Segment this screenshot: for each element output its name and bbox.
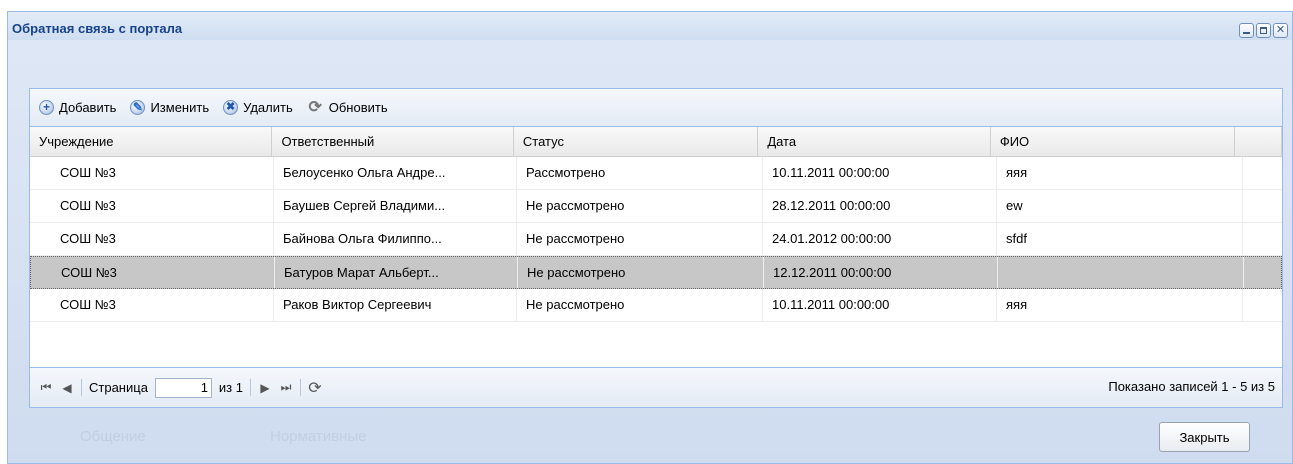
cell-fio: яяя [997,289,1243,321]
column-header-institution[interactable]: Учреждение [30,127,273,156]
table-row[interactable]: СОШ №3 Байнова Ольга Филиппо... Не рассм… [30,223,1282,256]
edit-label: Изменить [150,100,210,115]
table-row[interactable]: СОШ №3 Раков Виктор Сергеевич Не рассмот… [30,289,1282,322]
cell-date: 24.01.2012 00:00:00 [763,223,997,255]
minimize-icon[interactable] [1239,23,1254,38]
column-header-fio[interactable]: ФИО [991,127,1236,156]
cell-responsible: Раков Виктор Сергеевич [274,289,517,321]
delete-icon: ✖ [223,100,239,115]
background-label-communication: Общение [80,428,146,445]
pager-separator [300,379,301,396]
pagination-toolbar: ⏮ ◀ Страница из 1 ▶ ⏭ ⟳ Показано записей… [30,367,1282,407]
column-header-responsible[interactable]: Ответственный [272,127,514,156]
table-row[interactable]: СОШ №3 Белоусенко Ольга Андре... Рассмот… [30,157,1282,190]
window-tools: ✕ [1239,23,1288,38]
pager-refresh-icon[interactable]: ⟳ [308,378,322,398]
cell-responsible: Белоусенко Ольга Андре... [274,157,517,189]
grid-toolbar: + Добавить ✎ Изменить ✖ Удалить ⟳ Обнови… [30,89,1282,127]
records-summary: Показано записей 1 - 5 из 5 [1108,379,1275,394]
table-row[interactable]: СОШ №3 Баушев Сергей Владими... Не рассм… [30,190,1282,223]
window-title: Обратная связь с портала [12,21,183,36]
cell-status: Не рассмотрено [517,190,763,222]
pager-separator [250,379,251,396]
page-label: Страница [89,380,148,395]
column-header-date[interactable]: Дата [758,127,991,156]
close-icon[interactable]: ✕ [1273,23,1288,38]
cell-date: 28.12.2011 00:00:00 [763,190,997,222]
cell-status: Не рассмотрено [517,289,763,321]
edit-icon: ✎ [130,100,146,115]
add-icon: + [39,100,54,115]
edit-button[interactable]: ✎ Изменить [130,100,209,115]
table-row-selected[interactable]: СОШ №3 Батуров Марат Альберт... Не рассм… [30,256,1282,289]
close-button[interactable]: Закрыть [1159,422,1250,452]
cell-fio: яяя [997,157,1243,189]
delete-label: Удалить [243,100,293,115]
refresh-button[interactable]: ⟳ Обновить [307,99,388,116]
cell-institution: СОШ №3 [30,223,274,255]
cell-institution: СОШ №3 [31,257,275,288]
page-of-label: из 1 [218,380,243,395]
grid-header: Учреждение Ответственный Статус Дата ФИО [30,127,1282,157]
pager-separator [81,379,82,396]
feedback-grid-panel: + Добавить ✎ Изменить ✖ Удалить ⟳ Обнови… [29,88,1283,408]
cell-institution: СОШ №3 [30,289,274,321]
cell-responsible: Батуров Марат Альберт... [275,257,518,288]
cell-responsible: Байнова Ольга Филиппо... [274,223,517,255]
cell-date: 10.11.2011 00:00:00 [763,157,997,189]
window-titlebar[interactable]: Обратная связь с портала ✕ [8,12,1292,40]
cell-fio: sfdf [997,223,1243,255]
cell-responsible: Баушев Сергей Владими... [274,190,517,222]
cell-institution: СОШ №3 [30,157,274,189]
column-header-spacer [1235,127,1282,156]
cell-status: Не рассмотрено [517,223,763,255]
delete-button[interactable]: ✖ Удалить [223,100,293,115]
cell-institution: СОШ №3 [30,190,274,222]
last-page-icon[interactable]: ⏭ [279,380,293,395]
prev-page-icon[interactable]: ◀ [60,381,74,395]
column-header-status[interactable]: Статус [514,127,759,156]
first-page-icon[interactable]: ⏮ [39,380,53,395]
cell-date: 10.11.2011 00:00:00 [763,289,997,321]
maximize-icon[interactable] [1256,23,1271,38]
cell-fio [998,257,1244,288]
cell-status: Не рассмотрено [518,257,764,288]
page-number-input[interactable] [154,377,212,398]
next-page-icon[interactable]: ▶ [258,381,272,395]
refresh-label: Обновить [328,100,388,115]
cell-status: Рассмотрено [517,157,763,189]
refresh-icon: ⟳ [308,99,322,116]
cell-fio: ew [997,190,1243,222]
add-button[interactable]: + Добавить [39,100,116,115]
cell-date: 12.12.2011 00:00:00 [764,257,998,288]
grid-body: СОШ №3 Белоусенко Ольга Андре... Рассмот… [30,157,1282,322]
background-label-normative: Нормативные [270,428,367,445]
add-label: Добавить [59,100,117,115]
